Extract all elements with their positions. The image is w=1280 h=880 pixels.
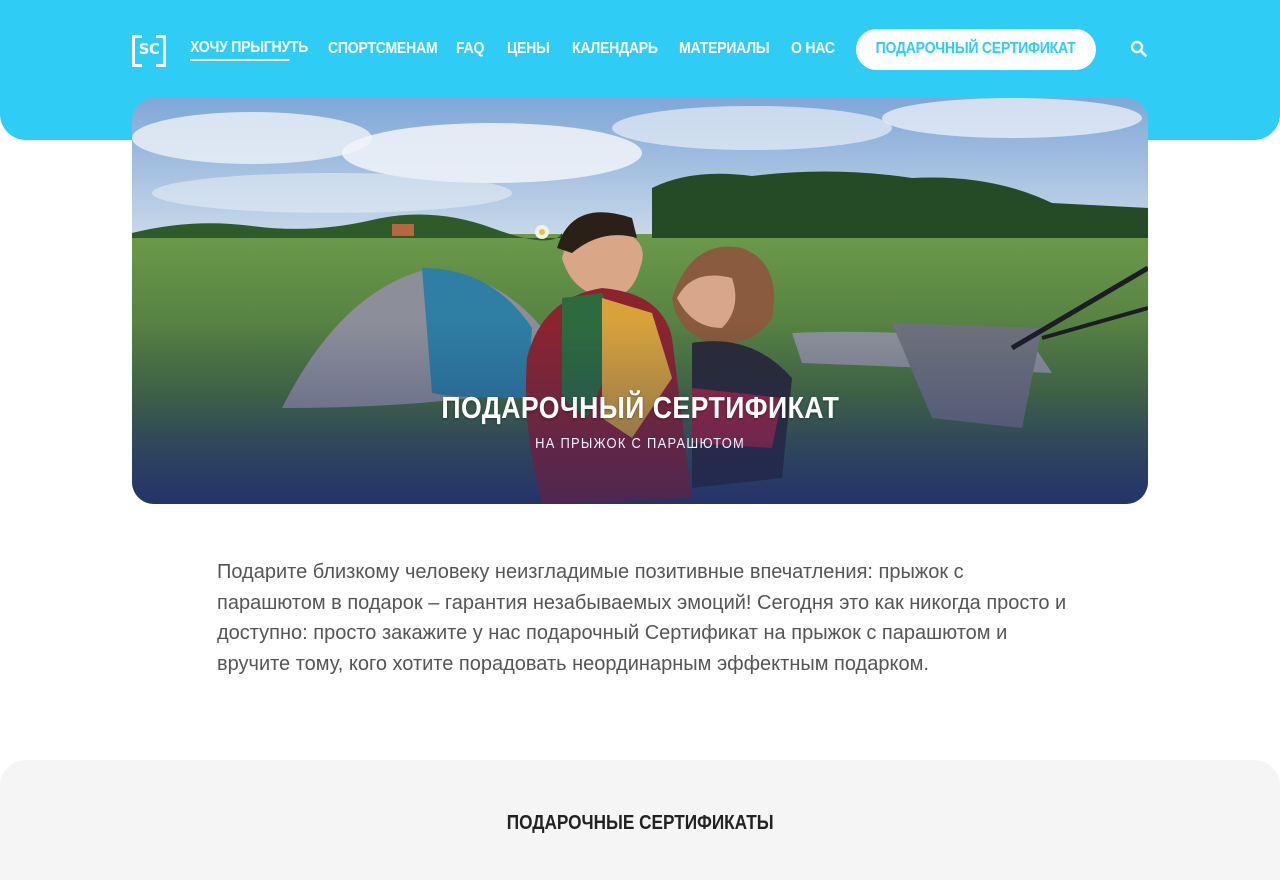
- hero-subtitle: на прыжок с парашютом: [534, 435, 745, 452]
- gift-certificate-button[interactable]: Подарочный сертификат: [856, 28, 1096, 70]
- nav-item-want-to-jump[interactable]: Хочу прыгнуть: [190, 37, 308, 61]
- nav-item-athletes[interactable]: Спортсменам: [328, 38, 438, 60]
- nav-item-prices[interactable]: Цены: [507, 38, 550, 60]
- logo-text: SC: [138, 40, 160, 58]
- main-nav: SC Хочу прыгнуть Спортсменам FAQ Цены Ка…: [132, 28, 1148, 70]
- nav-item-faq[interactable]: FAQ: [456, 38, 484, 60]
- nav-item-about[interactable]: О нас: [791, 38, 835, 60]
- hero-banner: Подарочный сертификат на прыжок с парашю…: [132, 98, 1148, 504]
- logo[interactable]: SC: [132, 35, 166, 67]
- certificates-section: Подарочные сертификаты: [0, 760, 1280, 880]
- nav-item-calendar[interactable]: Календарь: [572, 38, 658, 60]
- search-icon[interactable]: [1130, 40, 1148, 58]
- hero-title: Подарочный сертификат: [441, 390, 839, 425]
- nav-item-materials[interactable]: Материалы: [679, 38, 770, 60]
- intro-paragraph: Подарите близкому человеку неизгладимые …: [217, 561, 1067, 675]
